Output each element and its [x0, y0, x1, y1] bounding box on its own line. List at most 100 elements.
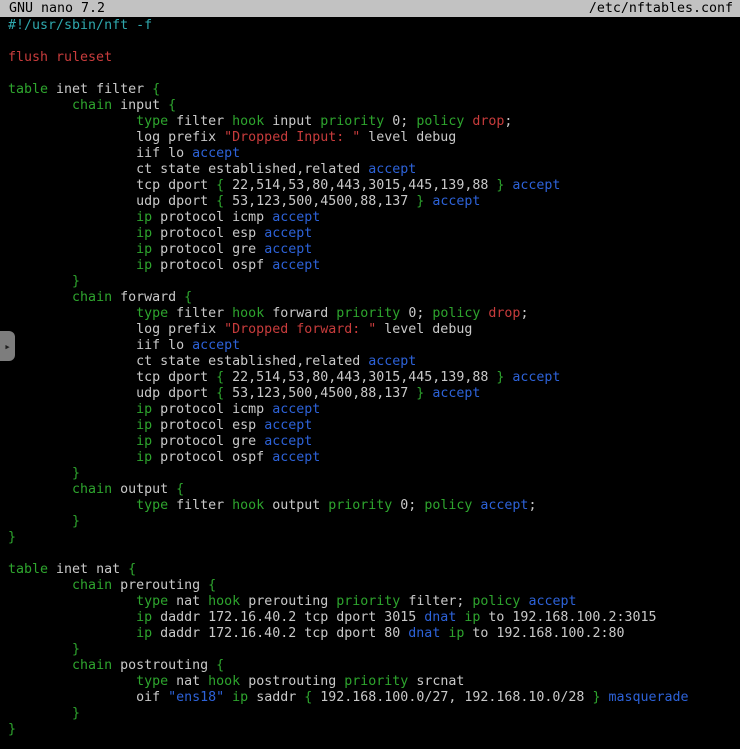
code-token [8, 98, 72, 113]
code-token: { [208, 578, 216, 593]
code-token: forward [264, 306, 336, 321]
code-line: } [8, 642, 740, 658]
code-token: accept [264, 242, 312, 257]
code-token: 53,123,500,4500,88,137 [224, 386, 416, 401]
code-line: ip daddr 172.16.40.2 tcp dport 3015 dnat… [8, 610, 740, 626]
code-token [8, 498, 136, 513]
code-line: ip protocol icmp accept [8, 210, 740, 226]
code-token: accept [272, 402, 320, 417]
code-token [8, 210, 136, 225]
code-token: postrouting [240, 674, 344, 689]
code-token: { [216, 194, 224, 209]
code-token [8, 242, 136, 257]
code-token: ip [136, 210, 152, 225]
code-token: udp dport [8, 386, 216, 401]
code-token: chain [72, 482, 112, 497]
code-token: table [8, 562, 48, 577]
code-token: accept [272, 450, 320, 465]
code-token: ct state established,related [8, 354, 368, 369]
code-token: filter; [400, 594, 472, 609]
novnc-control-handle[interactable]: ▸ [0, 331, 15, 361]
code-token: policy [472, 594, 520, 609]
code-token: #!/usr/sbin/nft -f [8, 18, 152, 33]
code-token: accept [264, 226, 312, 241]
code-token: accept [512, 370, 560, 385]
code-token: chain [72, 290, 112, 305]
code-token: level debug [360, 130, 456, 145]
code-token [8, 466, 72, 481]
code-token: ip [136, 610, 152, 625]
code-line: type nat hook prerouting priority filter… [8, 594, 740, 610]
code-token: policy [432, 306, 480, 321]
code-token: type [136, 498, 168, 513]
code-line: ct state established,related accept [8, 162, 740, 178]
code-token: chain [72, 658, 112, 673]
code-token: prerouting [240, 594, 336, 609]
code-token: udp dport [8, 194, 216, 209]
code-token: iif lo [8, 146, 192, 161]
code-token: type [136, 594, 168, 609]
code-token [8, 706, 72, 721]
code-token: ip [136, 226, 152, 241]
code-token: 22,514,53,80,443,3015,445,139,88 [224, 178, 496, 193]
code-token [8, 434, 136, 449]
code-line: ip protocol icmp accept [8, 402, 740, 418]
code-token: inet nat [48, 562, 128, 577]
code-token: to 192.168.100.2:80 [464, 626, 624, 641]
code-token: log prefix [8, 322, 224, 337]
code-token: daddr 172.16.40.2 tcp dport 3015 [152, 610, 424, 625]
code-token: } [8, 530, 16, 545]
code-token: protocol esp [152, 418, 264, 433]
code-token: accept [264, 434, 312, 449]
nano-version-label: GNU nano 7.2 [9, 0, 105, 17]
code-line: table inet filter { [8, 82, 740, 98]
code-token: srcnat [408, 674, 464, 689]
code-line: } [8, 530, 740, 546]
code-token: ip [136, 258, 152, 273]
code-token: type [136, 114, 168, 129]
code-token: to 192.168.100.2:3015 [480, 610, 656, 625]
code-token: accept [192, 338, 240, 353]
code-token: accept [368, 162, 416, 177]
code-token: level debug [376, 322, 472, 337]
code-line: chain postrouting { [8, 658, 740, 674]
code-line: type filter hook input priority 0; polic… [8, 114, 740, 130]
code-token: priority [344, 674, 408, 689]
code-line: chain output { [8, 482, 740, 498]
code-line: chain prerouting { [8, 578, 740, 594]
code-token [8, 658, 72, 673]
code-line: udp dport { 53,123,500,4500,88,137 } acc… [8, 386, 740, 402]
code-token: hook [232, 498, 264, 513]
code-token: ip [136, 626, 152, 641]
code-token: policy [424, 498, 472, 513]
code-token [8, 514, 72, 529]
code-token [224, 690, 232, 705]
code-line: tcp dport { 22,514,53,80,443,3015,445,13… [8, 370, 740, 386]
code-token: accept [480, 498, 528, 513]
code-token: daddr 172.16.40.2 tcp dport 80 [152, 626, 408, 641]
code-token: 0; [392, 498, 424, 513]
code-line: ip protocol esp accept [8, 418, 740, 434]
editor-content[interactable]: #!/usr/sbin/nft -fflush rulesettable ine… [0, 17, 740, 738]
code-token [8, 226, 136, 241]
code-line: } [8, 274, 740, 290]
code-token [8, 258, 136, 273]
code-line: iif lo accept [8, 338, 740, 354]
code-line: log prefix "Dropped forward: " level deb… [8, 322, 740, 338]
code-token [8, 418, 136, 433]
code-line: type nat hook postrouting priority srcna… [8, 674, 740, 690]
code-token: tcp dport [8, 178, 216, 193]
code-token: accept [512, 178, 560, 193]
code-token: } [72, 466, 80, 481]
code-token: accept [432, 194, 480, 209]
code-line [8, 546, 740, 562]
code-token: 0; [400, 306, 432, 321]
file-path-label: /etc/nftables.conf [589, 0, 733, 17]
code-token: postrouting [112, 658, 216, 673]
code-token: ip [136, 434, 152, 449]
code-token: output [264, 498, 328, 513]
code-token: } [8, 722, 16, 737]
code-token: accept [272, 258, 320, 273]
code-token: accept [528, 594, 576, 609]
code-token: priority [328, 498, 392, 513]
